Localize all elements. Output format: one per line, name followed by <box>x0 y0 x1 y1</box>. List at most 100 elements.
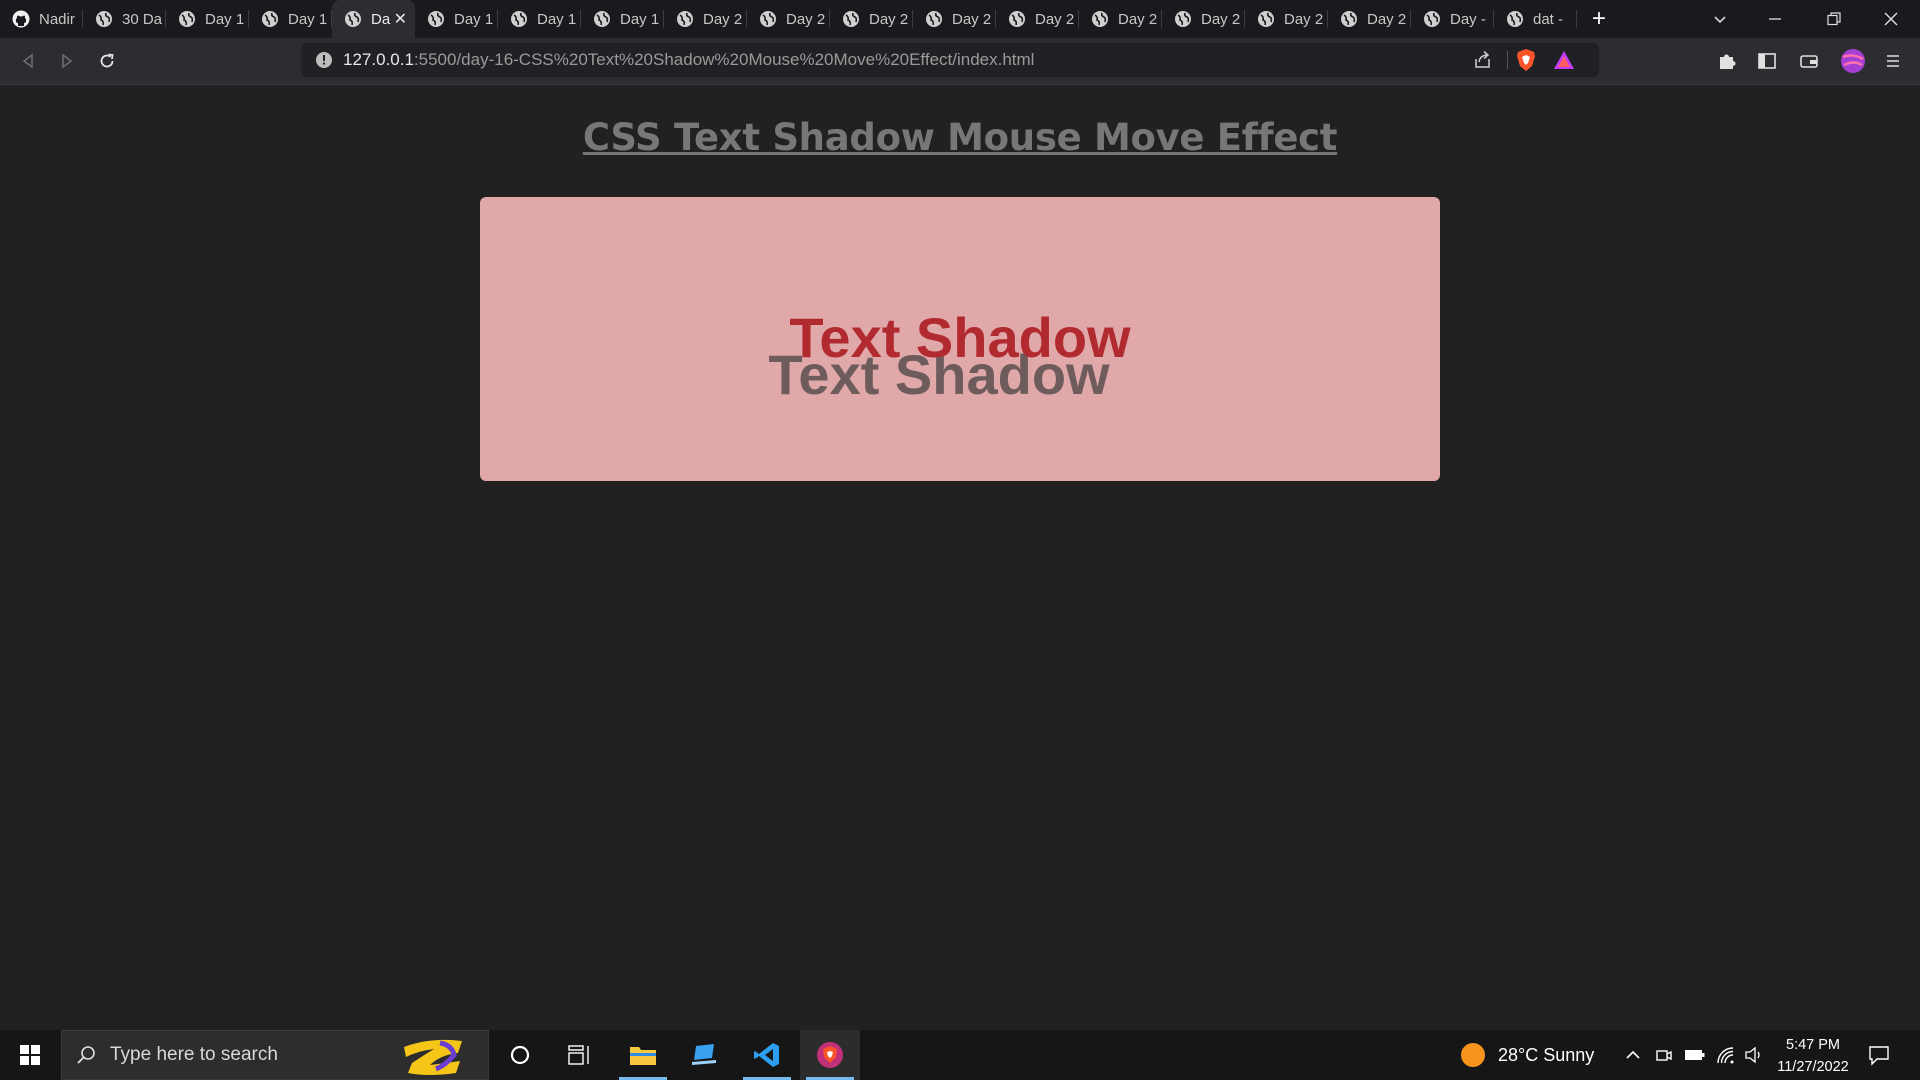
tab-title: Day 1 <box>537 10 577 28</box>
tab[interactable]: Day 2 <box>664 0 747 38</box>
globe-icon <box>95 10 113 28</box>
page-title: CSS Text Shadow Mouse Move Effect <box>582 116 1338 159</box>
tab[interactable]: Nadir <box>0 0 83 38</box>
text-shadow-card[interactable]: Text Shadow <box>480 197 1440 481</box>
restore-icon <box>1827 12 1841 26</box>
tab-list: Nadir 30 Da Day 1 Day 1 Da ✕ Day 1 Day 1 Day 1 Da… <box>0 0 1577 38</box>
globe-icon <box>1174 10 1192 28</box>
reload-button[interactable] <box>92 46 122 76</box>
globe-icon <box>344 10 362 28</box>
start-button[interactable] <box>0 1030 60 1080</box>
windows-taskbar: Type here to search 28°C Sunny 5:47 PM 1… <box>0 1030 1920 1080</box>
wallet-button[interactable] <box>1794 46 1824 76</box>
brave-icon <box>817 1042 843 1068</box>
tab[interactable]: Day 2 <box>996 0 1079 38</box>
windows-icon <box>20 1045 40 1065</box>
desktop-app-button[interactable] <box>674 1030 734 1080</box>
globe-icon <box>1091 10 1109 28</box>
tab[interactable]: Day 2 <box>1162 0 1245 38</box>
extensions-button[interactable] <box>1712 46 1742 76</box>
back-button[interactable] <box>13 46 43 76</box>
minimize-button[interactable] <box>1752 0 1798 38</box>
task-view-button[interactable] <box>550 1030 610 1080</box>
tab-title: Day 2 <box>1284 10 1324 28</box>
battery-icon <box>1685 1050 1705 1060</box>
meet-now-button[interactable] <box>1655 1030 1673 1080</box>
laptop-icon <box>692 1044 716 1065</box>
globe-icon <box>925 10 943 28</box>
tab[interactable]: Day 2 <box>747 0 830 38</box>
tab-title: Day 2 <box>1201 10 1241 28</box>
globe-icon <box>427 10 445 28</box>
vscode-button[interactable] <box>737 1030 797 1080</box>
puzzle-icon <box>1720 54 1736 69</box>
speaker-icon <box>1745 1046 1760 1064</box>
avatar <box>1841 49 1865 73</box>
tab[interactable]: Day 1 <box>581 0 664 38</box>
system-clock[interactable]: 5:47 PM 11/27/2022 <box>1770 1034 1856 1078</box>
tab[interactable]: Day 1 <box>249 0 332 38</box>
file-explorer-button[interactable] <box>613 1030 673 1080</box>
tab[interactable]: Day 1 <box>166 0 249 38</box>
taskbar-search[interactable]: Type here to search <box>61 1030 489 1080</box>
folder-icon <box>630 1047 656 1065</box>
forward-button[interactable] <box>52 46 82 76</box>
tab[interactable]: Day - <box>1411 0 1494 38</box>
tab-title: Day 2 <box>703 10 743 28</box>
tab[interactable]: Day 2 <box>1079 0 1162 38</box>
globe-icon <box>676 10 694 28</box>
globe-icon <box>842 10 860 28</box>
sidebar-button[interactable] <box>1752 46 1782 76</box>
brave-rewards-icon[interactable] <box>1553 50 1575 75</box>
volume-button[interactable] <box>1744 1030 1764 1080</box>
notifications-button[interactable] <box>1868 1030 1890 1080</box>
weather-widget[interactable]: 28°C Sunny <box>1460 1030 1594 1080</box>
url-text: 127.0.0.1:5500/day-16-CSS%20Text%20Shado… <box>343 50 1034 70</box>
sun-icon <box>1461 1043 1485 1067</box>
minimize-icon <box>1769 18 1781 20</box>
new-tab-button[interactable]: + <box>1577 0 1621 38</box>
wifi-icon <box>1717 1047 1734 1064</box>
battery-button[interactable] <box>1684 1030 1706 1080</box>
globe-icon <box>1257 10 1275 28</box>
back-icon <box>22 53 33 69</box>
brave-browser-button[interactable] <box>800 1030 860 1080</box>
tab[interactable]: 30 Da <box>83 0 166 38</box>
search-highlight-icon <box>404 1039 462 1075</box>
tab-title: Da <box>371 10 391 28</box>
close-window-button[interactable] <box>1868 0 1914 38</box>
chevron-down-icon <box>1714 16 1726 24</box>
tab[interactable]: Day 1 <box>498 0 581 38</box>
menu-button[interactable] <box>1878 46 1908 76</box>
close-icon <box>1884 12 1898 26</box>
tab[interactable]: Day 2 <box>913 0 996 38</box>
tab[interactable]: Day 2 <box>1328 0 1411 38</box>
sidebar-icon <box>1758 53 1776 69</box>
cortana-button[interactable] <box>490 1030 550 1080</box>
clock-date: 11/27/2022 <box>1777 1059 1849 1075</box>
vscode-icon <box>754 1043 779 1067</box>
tab-active[interactable]: Da ✕ <box>332 0 415 38</box>
share-icon[interactable] <box>1473 50 1493 75</box>
tab-title: dat - <box>1533 10 1564 28</box>
close-tab-icon[interactable]: ✕ <box>394 9 407 29</box>
tab[interactable]: Day 1 <box>415 0 498 38</box>
tab[interactable]: Day 2 <box>1245 0 1328 38</box>
tab-title: Day 2 <box>786 10 826 28</box>
brave-shields-icon[interactable] <box>1515 48 1537 77</box>
tab-search-button[interactable] <box>1698 0 1742 38</box>
show-hidden-icons-button[interactable] <box>1624 1030 1642 1080</box>
profile-button[interactable] <box>1838 46 1868 76</box>
shadow-text: Text Shadow <box>789 306 1131 369</box>
tab-title: Day 1 <box>205 10 245 28</box>
site-info-icon[interactable] <box>315 51 333 74</box>
search-icon <box>77 1046 95 1064</box>
network-button[interactable] <box>1716 1030 1736 1080</box>
address-bar[interactable]: 127.0.0.1:5500/day-16-CSS%20Text%20Shado… <box>301 43 1599 77</box>
tab-title: Nadir <box>39 10 75 28</box>
restore-button[interactable] <box>1811 0 1857 38</box>
tab[interactable]: Day 2 <box>830 0 913 38</box>
tab-title: Day 2 <box>1367 10 1407 28</box>
tab[interactable]: dat - <box>1494 0 1577 38</box>
globe-icon <box>759 10 777 28</box>
